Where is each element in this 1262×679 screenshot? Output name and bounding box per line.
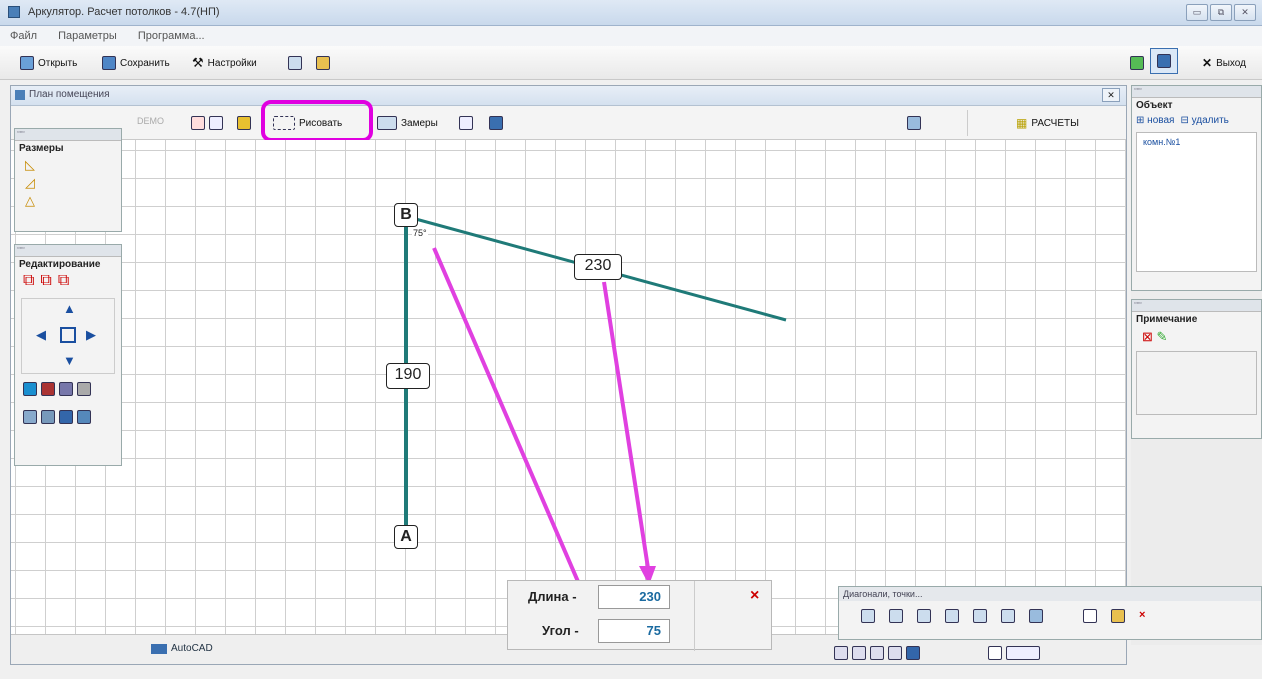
- diag-tool-4-icon[interactable]: [945, 609, 959, 623]
- zoom-in-icon[interactable]: [870, 646, 884, 660]
- right-column: ▫▫▫ Объект ⊞ новая ⊟ удалить комн.№1 ▫▫▫…: [1131, 85, 1262, 645]
- mode-edit-icon[interactable]: [59, 382, 73, 396]
- diag-tool-3-icon[interactable]: [917, 609, 931, 623]
- diagonals-panel-title: Диагонали, точки...: [839, 587, 1261, 601]
- sizes-panel-title: Размеры: [19, 143, 64, 154]
- diag-tool-7-icon[interactable]: [1029, 609, 1043, 623]
- input-divider: [694, 581, 695, 651]
- edit-panel-header: ▫▫▫: [15, 245, 121, 257]
- length-label-bc[interactable]: 230: [574, 254, 622, 280]
- note-edit-icon[interactable]: ✎: [1157, 329, 1168, 344]
- size-right-angle-icon[interactable]: ◺: [25, 156, 121, 174]
- new-object-button[interactable]: ⊞ новая: [1136, 115, 1174, 126]
- diag-tool-6-icon[interactable]: [1001, 609, 1015, 623]
- diag-table-icon[interactable]: [1083, 609, 1097, 623]
- mode-red-icon[interactable]: [41, 382, 55, 396]
- arrow-down-icon[interactable]: ▼: [63, 353, 76, 368]
- zoom-tools: [834, 646, 1040, 660]
- zoom-out-icon[interactable]: [888, 646, 902, 660]
- note-text-area[interactable]: [1136, 351, 1257, 415]
- note-panel: ▫▫▫ Примечание ⊠ ✎: [1131, 299, 1262, 439]
- drawing-overlay: [404, 216, 787, 632]
- edit-tool-icons: [15, 410, 121, 424]
- arrow-angle-line: [432, 247, 594, 615]
- length-label: Длина -: [528, 589, 577, 604]
- length-label-ab[interactable]: 190: [386, 363, 430, 389]
- angle-mark: 75°: [412, 228, 428, 238]
- delete-object-button[interactable]: ⊟ удалить: [1180, 115, 1228, 126]
- zoom-extents-icon[interactable]: [906, 646, 920, 660]
- angle-label: Угол -: [542, 623, 579, 638]
- tool-4-icon[interactable]: [77, 410, 91, 424]
- object-panel: ▫▫▫ Объект ⊞ новая ⊟ удалить комн.№1: [1131, 85, 1262, 291]
- diag-tool-5-icon[interactable]: [973, 609, 987, 623]
- layout-toggle-icon[interactable]: [1006, 646, 1040, 660]
- tool-2-icon[interactable]: [41, 410, 55, 424]
- diag-tool-2-icon[interactable]: [889, 609, 903, 623]
- input-panel: Длина - 230 Угол - 75 ×: [507, 580, 772, 651]
- checkbox-icon[interactable]: [988, 646, 1002, 660]
- length-input[interactable]: 230: [598, 585, 670, 609]
- object-panel-title: Объект: [1136, 100, 1173, 111]
- edit-panel-title: Редактирование: [19, 259, 101, 270]
- note-panel-header: ▫▫▫: [1132, 300, 1261, 312]
- arrow-up-icon[interactable]: ▲: [63, 301, 76, 316]
- arrow-length-line: [602, 281, 650, 569]
- diagonal-tool-icons: ×: [839, 601, 1261, 631]
- mode-gray-icon[interactable]: [77, 382, 91, 396]
- arrow-right-icon[interactable]: ▶: [86, 327, 96, 343]
- object-list: комн.№1: [1136, 132, 1257, 272]
- move-pad: ▲ ◀ ▶ ▼: [21, 298, 115, 374]
- tool-3-icon[interactable]: [59, 410, 73, 424]
- arrow-left-icon[interactable]: ◀: [36, 327, 46, 343]
- note-delete-icon[interactable]: ⊠: [1142, 329, 1153, 344]
- tool-1-icon[interactable]: [23, 410, 37, 424]
- size-triangle-icon[interactable]: ◿: [25, 174, 121, 192]
- zoom-window-icon[interactable]: [852, 646, 866, 660]
- point-b-label[interactable]: B: [394, 203, 418, 227]
- sizes-panel: ▫▫▫ Размеры ◺ ◿ △: [14, 128, 122, 232]
- angle-input[interactable]: 75: [598, 619, 670, 643]
- diag-tool-1-icon[interactable]: [861, 609, 875, 623]
- input-close-button[interactable]: ×: [750, 587, 759, 605]
- edit-copy-icons[interactable]: ⧉⧉⧉: [15, 272, 121, 290]
- mode-fill-icon[interactable]: [23, 382, 37, 396]
- sizes-panel-header: ▫▫▫: [15, 129, 121, 141]
- point-a-label[interactable]: A: [394, 525, 418, 549]
- object-list-item[interactable]: комн.№1: [1143, 137, 1250, 147]
- size-angle-icon[interactable]: △: [25, 192, 121, 210]
- diagonals-panel: Диагонали, точки... ×: [838, 586, 1262, 640]
- object-panel-header: ▫▫▫: [1132, 86, 1261, 98]
- note-panel-title: Примечание: [1136, 314, 1198, 325]
- center-icon[interactable]: [60, 327, 76, 343]
- edit-panel: ▫▫▫ Редактирование ⧉⧉⧉ ▲ ◀ ▶ ▼: [14, 244, 122, 466]
- zoom-fit-icon[interactable]: [834, 646, 848, 660]
- diag-close-icon[interactable]: ×: [1139, 609, 1145, 623]
- diag-calc-icon[interactable]: [1111, 609, 1125, 623]
- edit-mode-icons: [15, 382, 121, 396]
